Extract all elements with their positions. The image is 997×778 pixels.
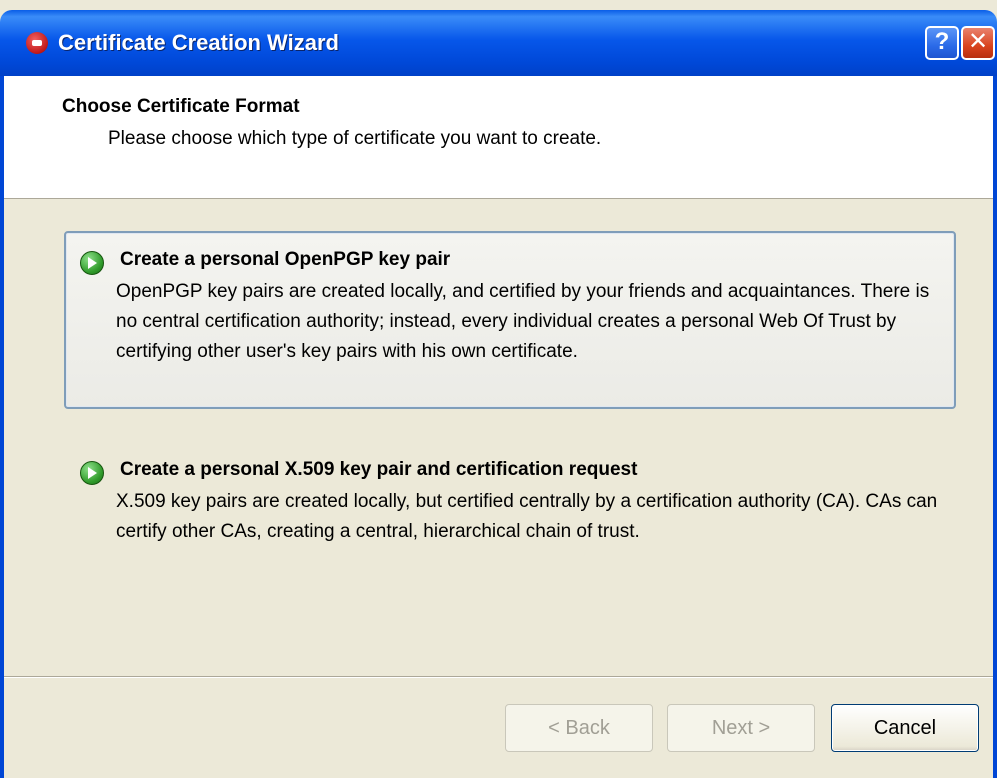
back-button[interactable]: < Back: [505, 704, 653, 752]
option-openpgp[interactable]: Create a personal OpenPGP key pair OpenP…: [64, 231, 956, 409]
cancel-button[interactable]: Cancel: [831, 704, 979, 752]
close-button[interactable]: ✕: [961, 26, 995, 60]
button-separator: [4, 676, 993, 678]
help-button[interactable]: ?: [925, 26, 959, 60]
option-description: X.509 key pairs are created locally, but…: [116, 491, 938, 542]
title-bar[interactable]: Certificate Creation Wizard ? ✕: [0, 10, 997, 76]
option-description: OpenPGP key pairs are created locally, a…: [116, 281, 930, 362]
page-subtitle: Please choose which type of certificate …: [108, 128, 602, 149]
window-title: Certificate Creation Wizard: [58, 30, 339, 55]
option-title: Create a personal X.509 key pair and cer…: [120, 459, 638, 480]
arrow-right-icon: [80, 251, 104, 275]
window-border-right: [993, 76, 997, 778]
option-x509[interactable]: Create a personal X.509 key pair and cer…: [64, 441, 956, 601]
app-icon: [26, 32, 48, 54]
next-button[interactable]: Next >: [667, 704, 815, 752]
wizard-header: Choose Certificate Format Please choose …: [4, 76, 993, 199]
page-title: Choose Certificate Format: [62, 96, 300, 117]
option-title: Create a personal OpenPGP key pair: [120, 249, 451, 270]
arrow-right-icon: [80, 461, 104, 485]
wizard-window: Certificate Creation Wizard ? ✕ Choose C…: [0, 0, 997, 778]
